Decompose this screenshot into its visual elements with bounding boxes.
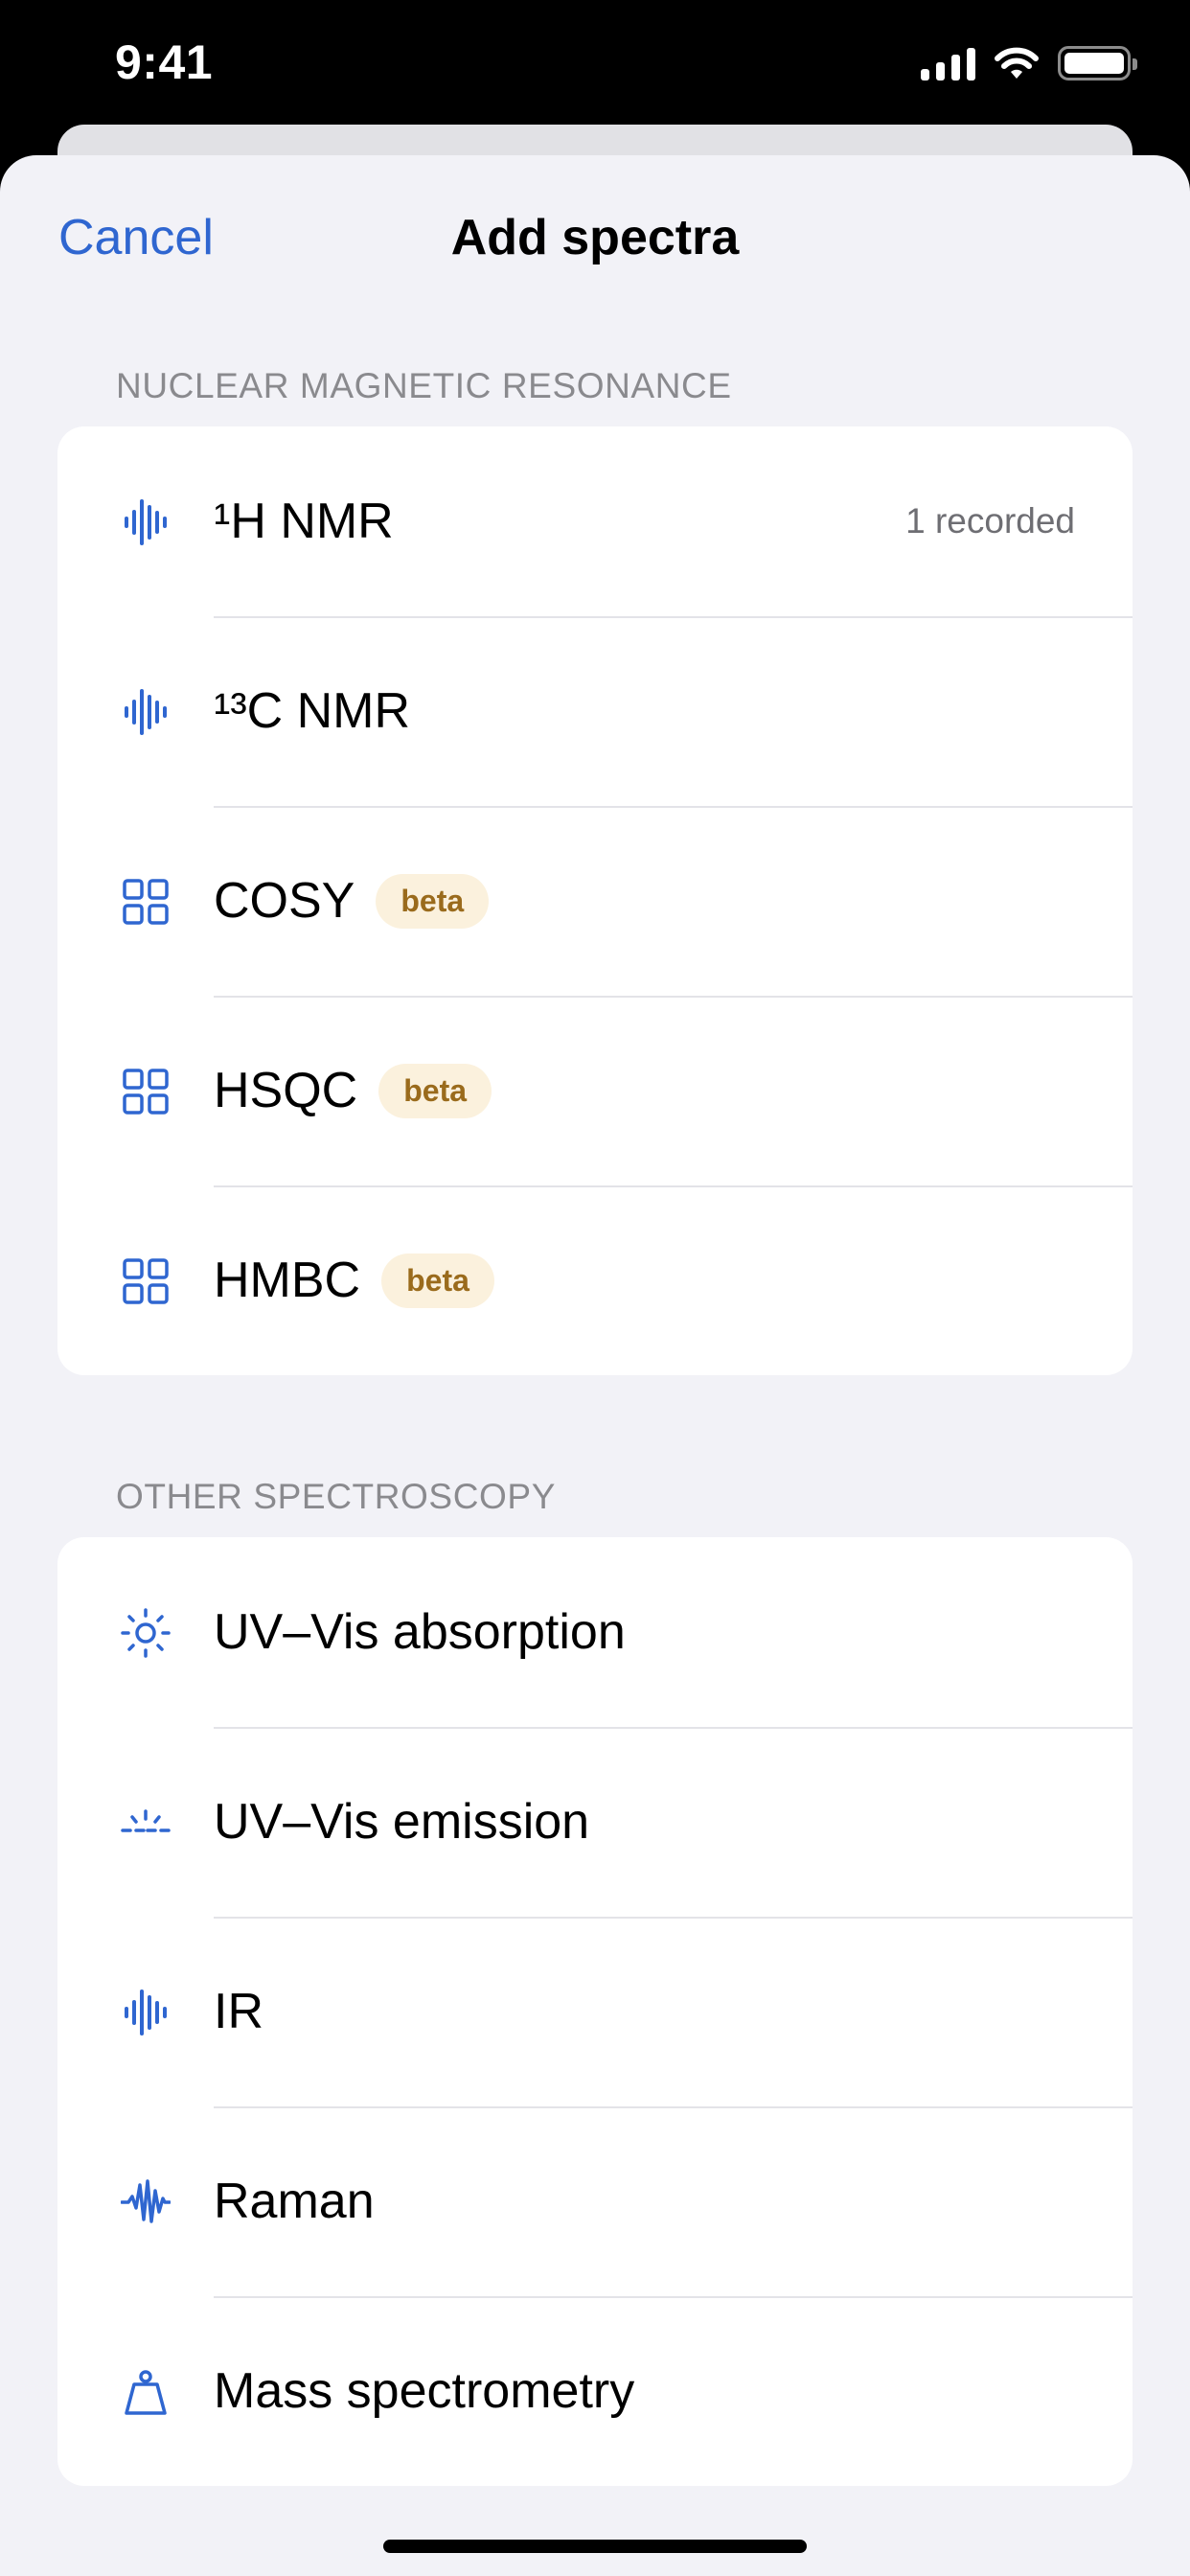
waveform-icon	[121, 497, 171, 547]
waveform-path-icon	[121, 2177, 171, 2227]
row-label: COSY beta	[214, 806, 490, 996]
list-item-1h-nmr[interactable]: ¹H NMR 1 recorded	[57, 426, 1133, 616]
section-header-nmr: NUCLEAR MAGNETIC RESONANCE	[116, 366, 732, 405]
status-icons	[921, 44, 1137, 82]
list-item-hmbc[interactable]: HMBC beta	[57, 1185, 1133, 1375]
row-label: IR	[214, 1984, 263, 2039]
page-title: Add spectra	[450, 210, 740, 265]
grid-icon	[121, 877, 171, 927]
sun-horizon-icon	[121, 1798, 171, 1848]
nmr-group: ¹H NMR 1 recorded ¹³C NMR COSY beta HSQC	[57, 426, 1133, 1375]
sun-icon	[121, 1608, 171, 1658]
row-label: UV–Vis absorption	[214, 1604, 626, 1660]
scale-weight-icon	[121, 2367, 171, 2417]
home-indicator	[383, 2540, 807, 2553]
grid-icon	[121, 1067, 171, 1116]
row-label: ¹H NMR	[214, 494, 394, 549]
row-label: HMBC beta	[214, 1185, 494, 1375]
row-label-text: COSY	[214, 873, 355, 929]
list-item-hsqc[interactable]: HSQC beta	[57, 996, 1133, 1185]
list-item-raman[interactable]: Raman	[57, 2106, 1133, 2296]
list-item-uv-vis-emission[interactable]: UV–Vis emission	[57, 1727, 1133, 1917]
row-label: ¹³C NMR	[214, 683, 411, 739]
row-label: UV–Vis emission	[214, 1794, 590, 1850]
add-spectra-sheet: Cancel Add spectra NUCLEAR MAGNETIC RESO…	[0, 155, 1190, 2576]
list-item-uv-vis-absorption[interactable]: UV–Vis absorption	[57, 1537, 1133, 1727]
navigation-bar: Cancel Add spectra	[0, 155, 1190, 318]
status-time: 9:41	[115, 35, 214, 89]
row-label-text: HMBC	[214, 1253, 361, 1308]
recorded-count: 1 recorded	[905, 501, 1075, 540]
row-label-text: HSQC	[214, 1063, 358, 1118]
cellular-signal-icon	[921, 46, 975, 80]
other-spectroscopy-group: UV–Vis absorption UV–Vis emission IR Ram…	[57, 1537, 1133, 2486]
wifi-icon	[995, 47, 1039, 79]
waveform-icon	[121, 687, 171, 737]
list-item-ir[interactable]: IR	[57, 1917, 1133, 2106]
waveform-icon	[121, 1988, 171, 2037]
list-item-cosy[interactable]: COSY beta	[57, 806, 1133, 996]
row-label: Mass spectrometry	[214, 2363, 635, 2419]
grid-icon	[121, 1256, 171, 1306]
list-item-13c-nmr[interactable]: ¹³C NMR	[57, 616, 1133, 806]
row-label: HSQC beta	[214, 996, 492, 1185]
beta-badge: beta	[376, 873, 490, 929]
row-label: Raman	[214, 2174, 375, 2229]
status-bar: 9:41	[0, 0, 1190, 134]
beta-badge: beta	[381, 1253, 494, 1308]
section-header-other: OTHER SPECTROSCOPY	[116, 1477, 556, 1516]
battery-icon	[1058, 46, 1137, 80]
list-item-mass-spectrometry[interactable]: Mass spectrometry	[57, 2296, 1133, 2486]
beta-badge: beta	[378, 1063, 492, 1118]
